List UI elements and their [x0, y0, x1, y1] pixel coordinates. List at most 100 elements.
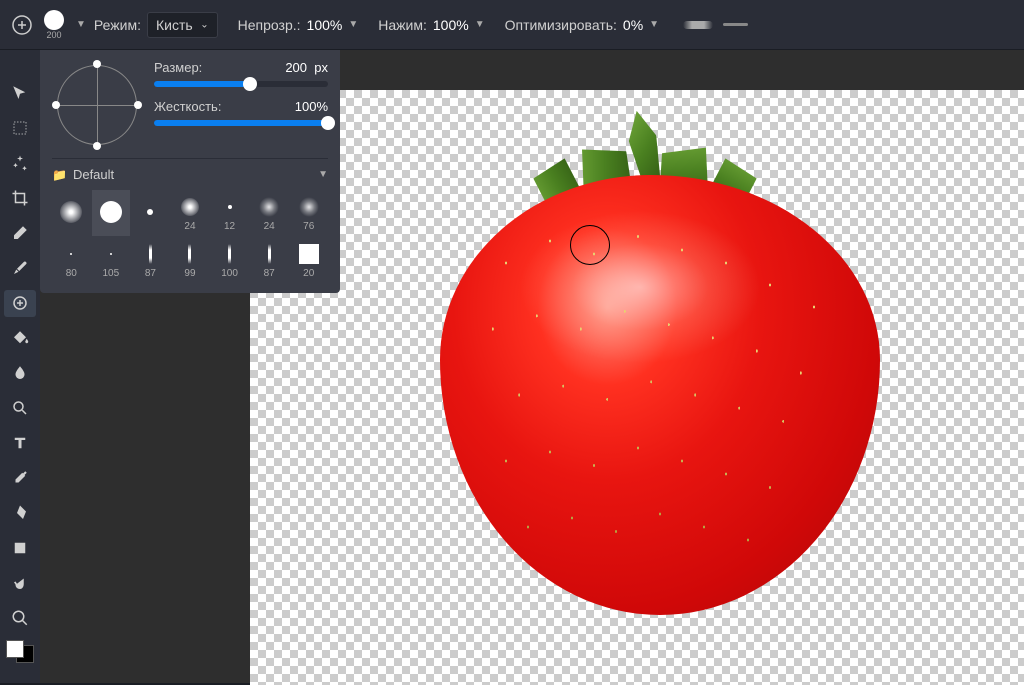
compass-handle[interactable] [134, 101, 142, 109]
pressure-dropdown-arrow[interactable]: ▼ [475, 19, 485, 30]
slider-thumb[interactable] [243, 77, 257, 91]
brush-preview-button[interactable] [12, 15, 32, 35]
brush-preset-label: 87 [145, 268, 156, 279]
mode-value: Кисть [156, 17, 193, 33]
brush-preset-icon [138, 242, 162, 266]
brush-preset-label: 100 [221, 268, 238, 279]
chevron-down-icon: ⌄ [200, 19, 208, 30]
compass-handle[interactable] [93, 142, 101, 150]
eraser-tool[interactable] [4, 220, 36, 247]
brush-preset-icon [178, 242, 202, 266]
brush-preset[interactable] [52, 190, 91, 236]
hardness-slider[interactable] [154, 120, 328, 126]
optimize-value[interactable]: 0% [623, 17, 643, 33]
shape-tool[interactable] [4, 535, 36, 562]
brush-presets: 📁 Default ▼ 24 12 24 76 80105 87 99 100 87 20 [52, 158, 328, 283]
slider-thumb[interactable] [321, 116, 335, 130]
pressure-label: Нажим: [378, 17, 427, 33]
text-tool[interactable] [4, 430, 36, 457]
wand-tool[interactable] [4, 150, 36, 177]
preset-menu-arrow[interactable]: ▼ [318, 169, 328, 180]
brush-preset-icon [218, 242, 242, 266]
color-picker[interactable] [6, 640, 34, 664]
brush-preset-icon [59, 242, 83, 266]
mode-group: Режим: Кисть ⌄ [94, 12, 218, 38]
brush-settings-panel: Размер: 200 px Жесткость: 100% [40, 50, 340, 293]
optimize-dropdown-arrow[interactable]: ▼ [649, 19, 659, 30]
brush-preset-label: 12 [224, 221, 235, 232]
brush-preset-icon [99, 242, 123, 266]
brush-preset[interactable]: 105 [92, 237, 131, 283]
size-value[interactable]: 200 px [285, 60, 328, 75]
preset-folder-name: Default [73, 167, 114, 182]
opacity-group: Непрозр.: 100% ▼ [238, 17, 359, 33]
canvas[interactable] [250, 90, 1024, 685]
image-body [440, 175, 880, 615]
brush-preset[interactable]: 76 [289, 190, 328, 236]
mode-select[interactable]: Кисть ⌄ [147, 12, 218, 38]
hardness-value[interactable]: 100% [295, 99, 328, 114]
brush-tool[interactable] [4, 255, 36, 282]
slider-fill [154, 120, 328, 126]
brush-preset-icon [99, 200, 123, 224]
opacity-label: Непрозр.: [238, 17, 301, 33]
zoom-tool[interactable] [4, 605, 36, 632]
hardness-slider-row: Жесткость: 100% [154, 99, 328, 126]
brush-preset[interactable]: 80 [52, 237, 91, 283]
move-tool[interactable] [4, 80, 36, 107]
brush-size-value: 200 [46, 30, 61, 40]
brush-preset-label: 20 [303, 268, 314, 279]
brush-preset-icon [178, 195, 202, 219]
brush-preset-label: 24 [264, 221, 275, 232]
brush-preset[interactable]: 12 [210, 190, 249, 236]
eyedropper-tool[interactable] [4, 465, 36, 492]
compass-handle[interactable] [93, 60, 101, 68]
brush-preset[interactable]: 20 [289, 237, 328, 283]
brush-preset-label: 87 [264, 268, 275, 279]
compass-axis-v [97, 65, 98, 145]
canvas-image [430, 90, 890, 625]
brush-preset[interactable] [92, 190, 131, 236]
preset-grid: 24 12 24 76 80105 87 99 100 87 20 [52, 190, 328, 283]
brush-preset-icon [297, 195, 321, 219]
slider-fill [154, 81, 250, 87]
brush-preset[interactable]: 100 [210, 237, 249, 283]
image-texture [440, 175, 880, 615]
hardness-label: Жесткость: [154, 99, 221, 114]
brush-angle-control[interactable] [52, 60, 142, 150]
pressure-value[interactable]: 100% [433, 17, 469, 33]
fill-tool[interactable] [4, 325, 36, 352]
brush-size-dropdown[interactable]: 200 [44, 10, 64, 40]
brush-preset[interactable]: 99 [171, 237, 210, 283]
pen-tool[interactable] [4, 500, 36, 527]
size-slider[interactable] [154, 81, 328, 87]
brush-preset-icon [138, 200, 162, 224]
brush-preset-icon [257, 242, 281, 266]
opacity-value[interactable]: 100% [307, 17, 343, 33]
brush-preset-label: 76 [303, 221, 314, 232]
brush-preset[interactable]: 87 [131, 237, 170, 283]
crop-tool[interactable] [4, 185, 36, 212]
brush-preset[interactable]: 87 [250, 237, 289, 283]
healing-tool[interactable] [4, 290, 36, 317]
opacity-dropdown-arrow[interactable]: ▼ [348, 19, 358, 30]
dodge-tool[interactable] [4, 395, 36, 422]
compass-handle[interactable] [52, 101, 60, 109]
brush-preset-icon [297, 242, 321, 266]
preset-folder-button[interactable]: 📁 Default [52, 167, 114, 182]
brush-circle-icon [44, 10, 64, 30]
select-tool[interactable] [4, 115, 36, 142]
mode-label: Режим: [94, 17, 141, 33]
brush-dropdown-arrow[interactable]: ▼ [76, 19, 86, 30]
brush-preset-label: 99 [184, 268, 195, 279]
hand-tool[interactable] [4, 570, 36, 597]
healing-brush-icon [12, 15, 32, 35]
brush-preset[interactable]: 24 [250, 190, 289, 236]
blur-tool[interactable] [4, 360, 36, 387]
foreground-color[interactable] [6, 640, 24, 658]
brush-preset-icon [257, 195, 281, 219]
brush-preset[interactable] [131, 190, 170, 236]
brush-preset[interactable]: 24 [171, 190, 210, 236]
brush-preset-icon [59, 200, 83, 224]
stroke-sample-thick [683, 21, 713, 29]
